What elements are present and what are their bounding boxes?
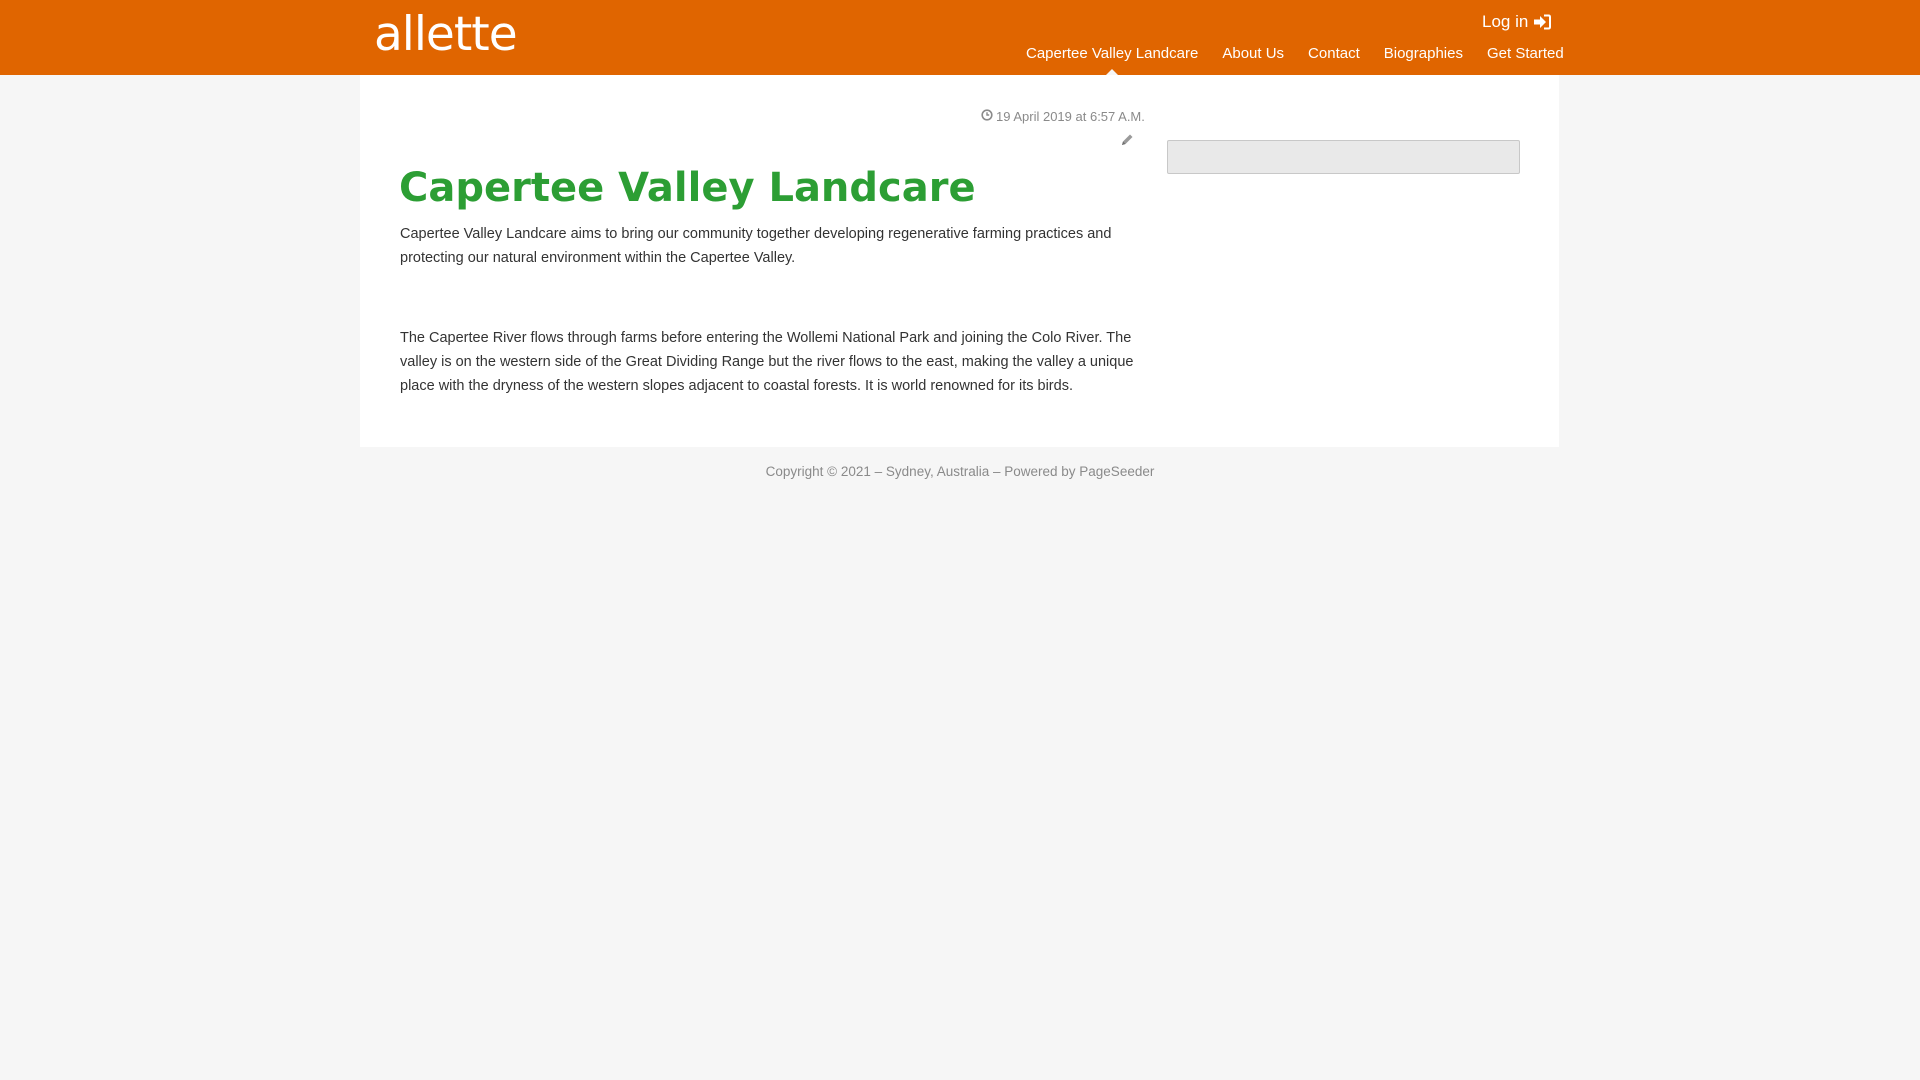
publish-date: 19 April 2019 at 6:57 A.M. (981, 108, 1145, 126)
main-navigation: Capertee Valley Landcare About Us Contac… (1026, 44, 1564, 75)
clock-icon (981, 108, 993, 126)
sign-in-icon (1533, 14, 1552, 30)
login-label: Log in (1482, 12, 1529, 31)
nav-item-biographies[interactable]: Biographies (1384, 44, 1463, 64)
intro-paragraph: Capertee Valley Landcare aims to bring o… (400, 226, 1112, 266)
body-paragraph: The Capertee River flows through farms b… (400, 330, 1134, 394)
header-bar: allette Log in Capertee Valley Landcare … (0, 0, 1920, 75)
site-logo[interactable]: allette (374, 8, 518, 62)
footer-text: Copyright © 2021 – Sydney, Australia – P… (765, 464, 1155, 479)
nav-item-about-us[interactable]: About Us (1222, 44, 1284, 64)
publish-date-text: 19 April 2019 at 6:57 A.M. (996, 109, 1145, 124)
nav-item-contact[interactable]: Contact (1308, 44, 1360, 64)
pencil-icon[interactable] (1119, 132, 1135, 148)
nav-item-get-started[interactable]: Get Started (1487, 44, 1564, 64)
page-title: Capertee Valley Landcare (399, 165, 976, 211)
login-link[interactable]: Log in (1482, 10, 1552, 34)
nav-item-capertee-valley-landcare[interactable]: Capertee Valley Landcare (1026, 44, 1198, 75)
sidebar-search-input[interactable] (1167, 140, 1520, 174)
